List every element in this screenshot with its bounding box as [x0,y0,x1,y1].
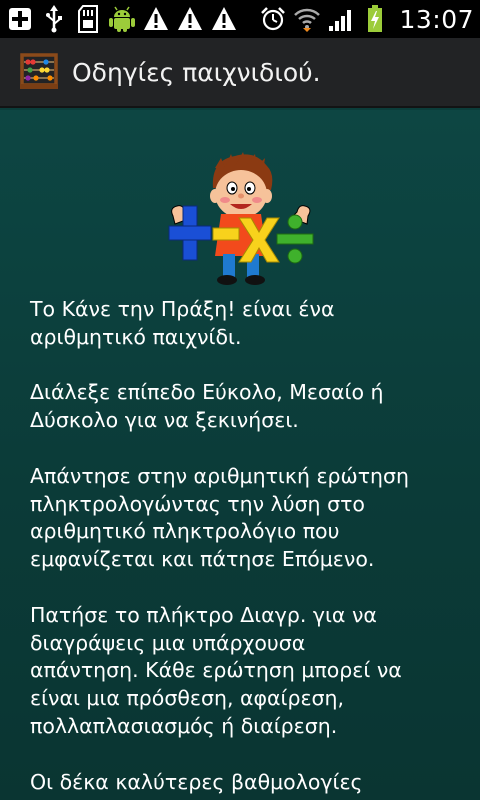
instructions-text: Το Κάνε την Πράξη! είναι ένα αριθμητικό … [30,296,460,800]
status-bar: 13:07 [0,0,480,38]
sd-card-icon [74,5,102,33]
action-bar: Οδηγίες παιχνιδιού. [0,38,480,108]
instruction-paragraph-intro: Το Κάνε την Πράξη! είναι ένα αριθμητικό … [30,297,335,349]
add-icon [6,5,34,33]
instructions-screen[interactable]: Το Κάνε την Πράξη! είναι ένα αριθμητικό … [0,110,480,800]
android-icon [108,5,136,33]
page-title: Οδηγίες παιχνιδιού. [72,57,321,87]
warning-icon [142,5,170,33]
notification-icons [6,5,238,33]
usb-icon [40,5,68,33]
system-icons: 13:07 [259,5,474,34]
signal-icon [327,5,355,33]
abacus-icon[interactable] [20,53,58,91]
clock-time: 13:07 [399,4,474,34]
instruction-paragraph-level: Διάλεξε επίπεδο Εύκολο, Μεσαίο ή Δύσκολο… [30,380,384,433]
alarm-icon [259,5,287,33]
battery-charging-icon [361,5,389,33]
instruction-paragraph-answer: Απάντησε στην αριθμητική ερώτηση πληκτρο… [30,463,410,572]
instruction-paragraph-scores: Οι δέκα καλύτερες βαθμολογίες [30,769,363,794]
instruction-paragraph-delete: Πατήσε το πλήκτρο Διαγρ. για να διαγράψε… [30,602,402,738]
wifi-icon [293,5,321,33]
warning-icon [176,5,204,33]
warning-icon [210,5,238,33]
math-kid-mascot-icon [163,148,318,288]
